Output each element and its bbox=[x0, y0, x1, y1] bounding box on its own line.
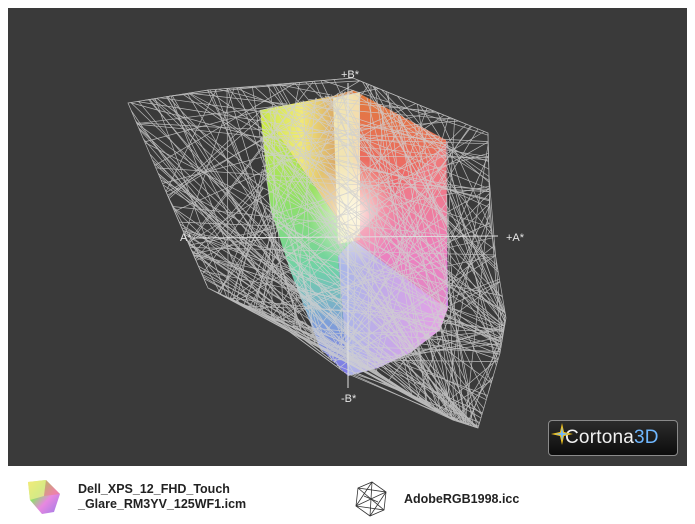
legend-label-dell: Dell_XPS_12_FHD_Touch _Glare_RM3YV_125WF… bbox=[78, 482, 247, 511]
cortona-star-icon bbox=[551, 423, 573, 445]
logo-text: Cortona3D bbox=[565, 427, 659, 448]
axis-label-minus-b: -B* bbox=[341, 393, 357, 405]
axis-label-minus-a: A* bbox=[180, 232, 192, 244]
color-gamut-solid-icon bbox=[28, 480, 60, 514]
axis-label-plus-a: +A* bbox=[506, 232, 525, 244]
legend-item-adobergb: AdobeRGB1998.icc bbox=[352, 480, 519, 518]
3d-gamut-viewer[interactable]: +B* -B* +A* A* Cortona3D bbox=[8, 8, 687, 466]
gamut-scene[interactable]: +B* -B* +A* A* bbox=[8, 8, 687, 466]
cortona3d-logo[interactable]: Cortona3D bbox=[548, 420, 678, 456]
legend-label-adobergb: AdobeRGB1998.icc bbox=[404, 491, 520, 506]
legend: Dell_XPS_12_FHD_Touch _Glare_RM3YV_125WF… bbox=[0, 468, 695, 524]
wireframe-gamut-icon bbox=[355, 481, 387, 517]
axis-label-plus-b: +B* bbox=[341, 69, 360, 81]
legend-item-dell: Dell_XPS_12_FHD_Touch _Glare_RM3YV_125WF… bbox=[24, 478, 246, 516]
